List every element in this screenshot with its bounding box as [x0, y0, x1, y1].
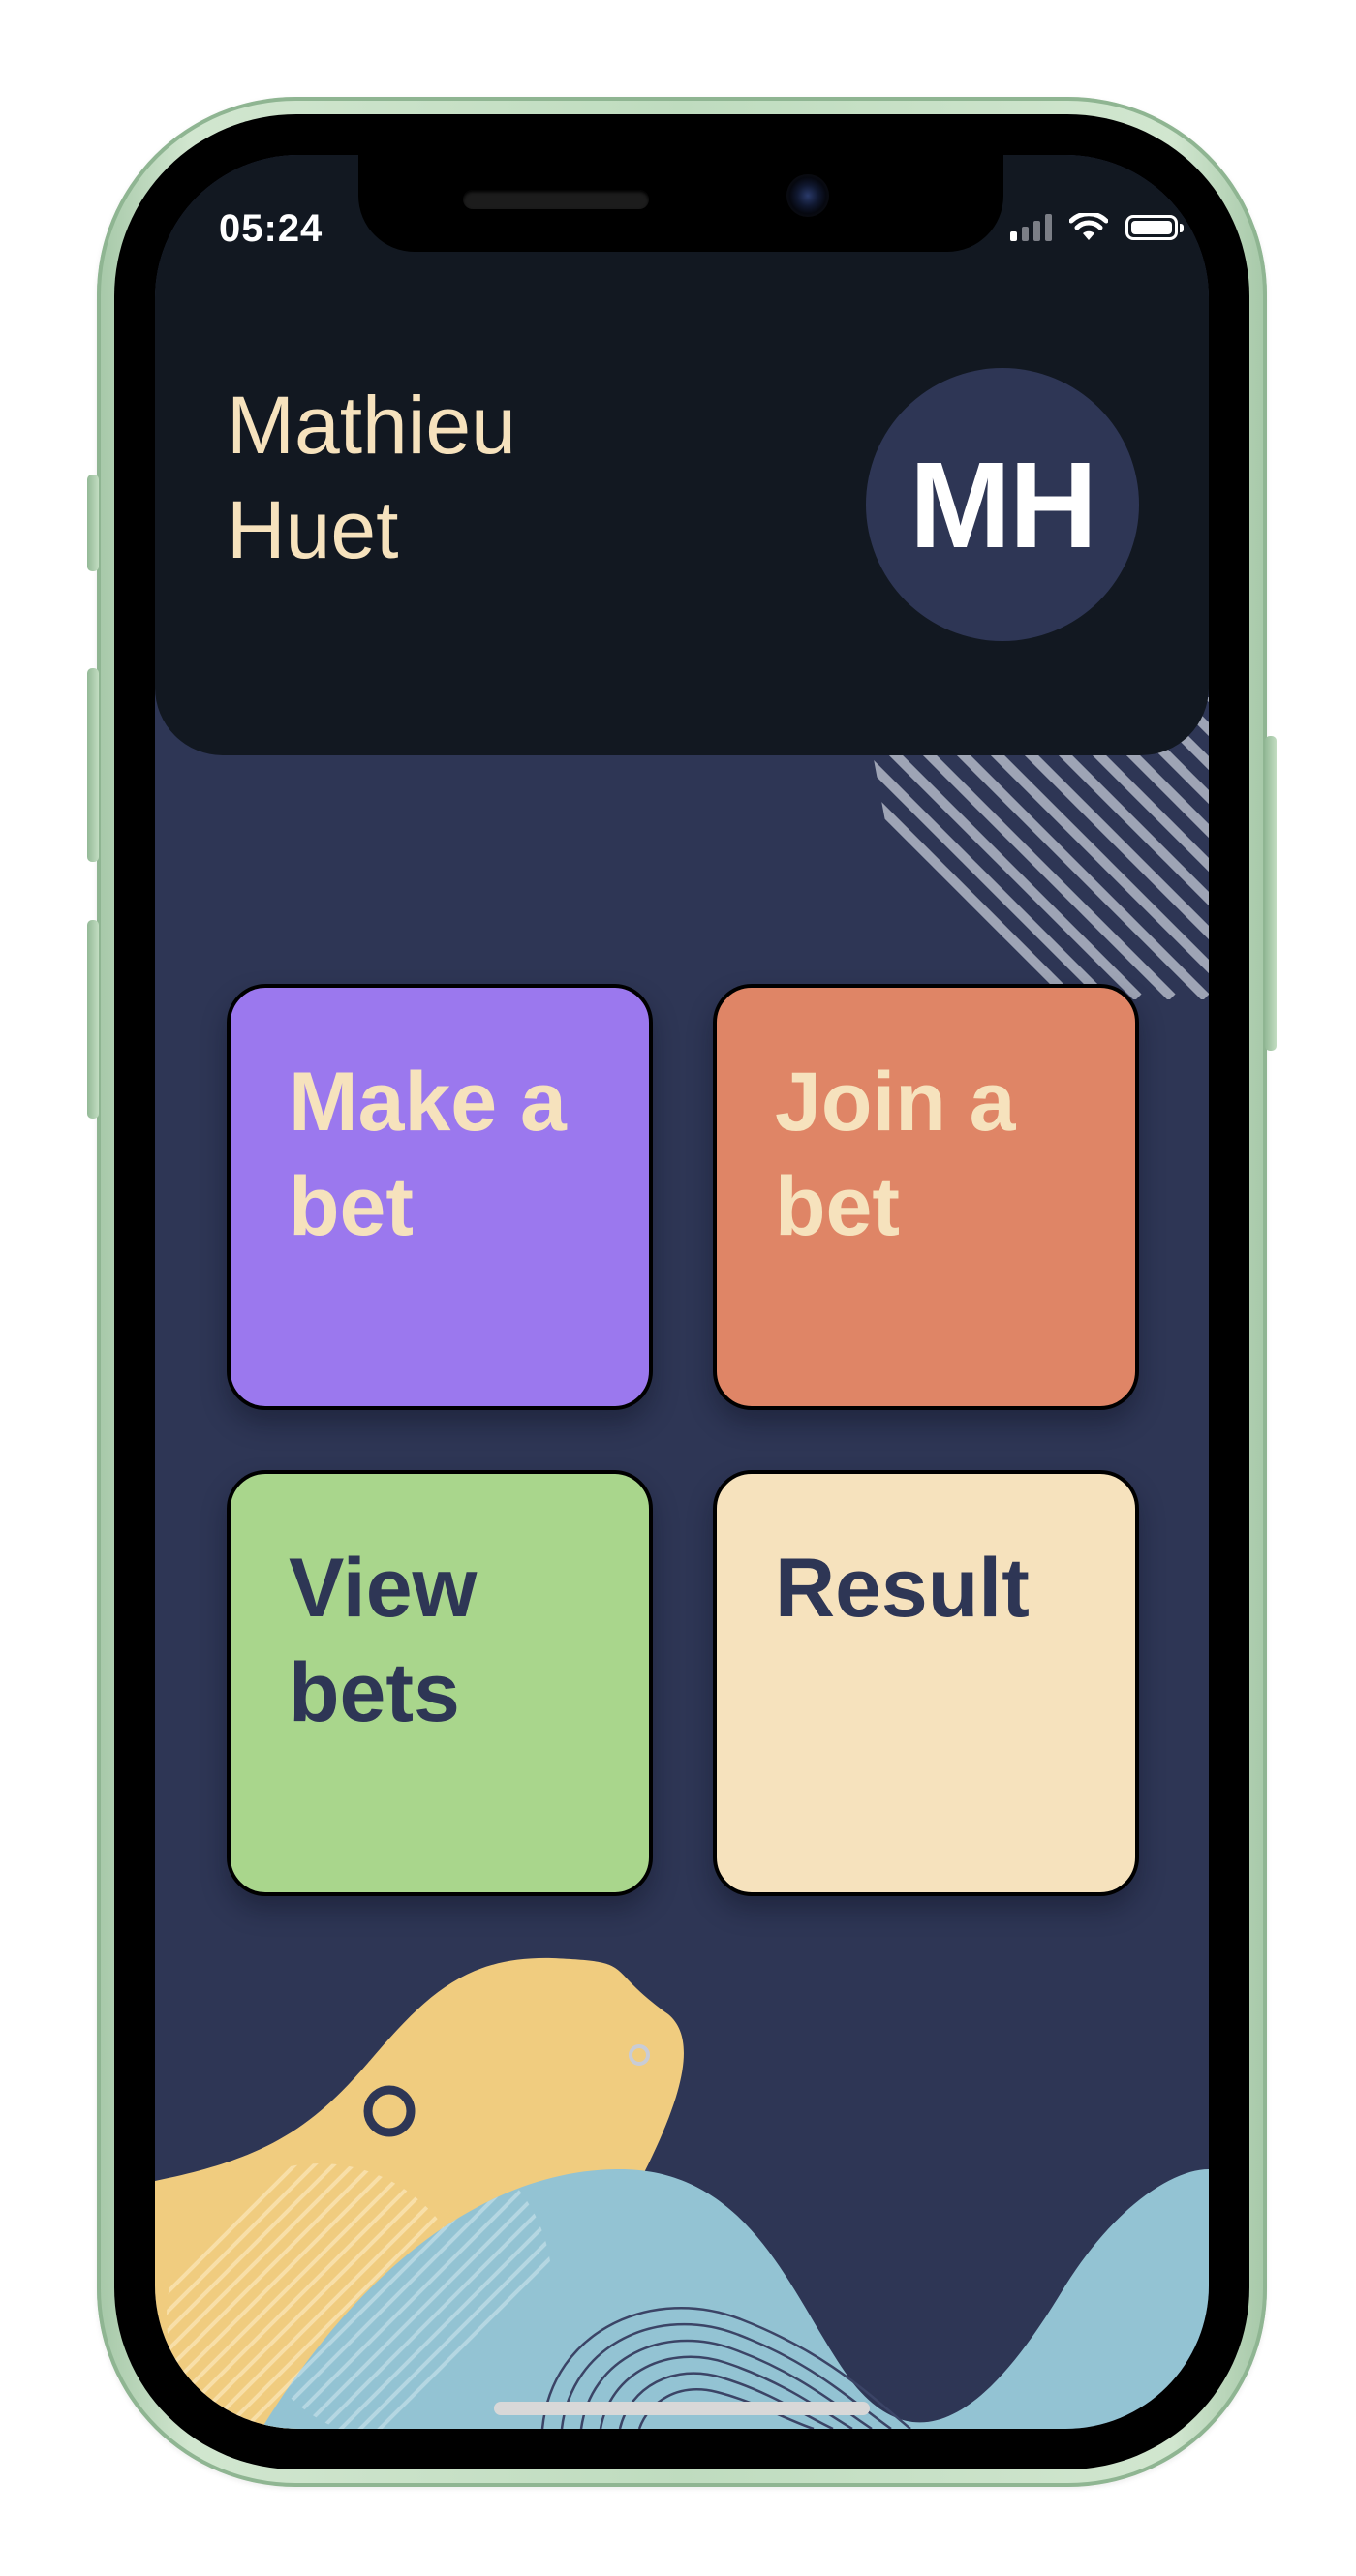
user-first-name: Mathieu [227, 380, 516, 471]
join-a-bet-button[interactable]: Join a bet [713, 984, 1139, 1410]
front-camera [786, 174, 829, 217]
device-mockup: 05:24 Mathieu Huet MH Make a bet Join a … [0, 0, 1356, 2576]
earpiece-speaker [463, 190, 649, 209]
volume-up-button [87, 668, 99, 862]
power-button [1265, 736, 1277, 1051]
user-last-name: Huet [227, 484, 399, 575]
notch [358, 155, 1003, 252]
action-button [87, 475, 99, 571]
battery-icon [1125, 215, 1184, 240]
app-screen: 05:24 Mathieu Huet MH Make a bet Join a … [155, 155, 1209, 2429]
make-a-bet-button[interactable]: Make a bet [227, 984, 653, 1410]
profile-header: 05:24 Mathieu Huet MH [155, 155, 1209, 755]
make-a-bet-label: Make a bet [289, 1056, 567, 1253]
wifi-icon [1069, 213, 1108, 240]
status-icons [1010, 213, 1184, 242]
status-time: 05:24 [219, 207, 324, 250]
user-name: Mathieu Huet [227, 373, 516, 582]
home-indicator[interactable] [494, 2402, 870, 2415]
result-label: Result [775, 1542, 1030, 1635]
avatar[interactable]: MH [866, 368, 1139, 641]
view-bets-label: View bets [289, 1542, 478, 1739]
join-a-bet-label: Join a bet [775, 1056, 1016, 1253]
result-button[interactable]: Result [713, 1470, 1139, 1896]
view-bets-button[interactable]: View bets [227, 1470, 653, 1896]
volume-down-button [87, 920, 99, 1119]
cellular-signal-icon [1010, 214, 1052, 241]
